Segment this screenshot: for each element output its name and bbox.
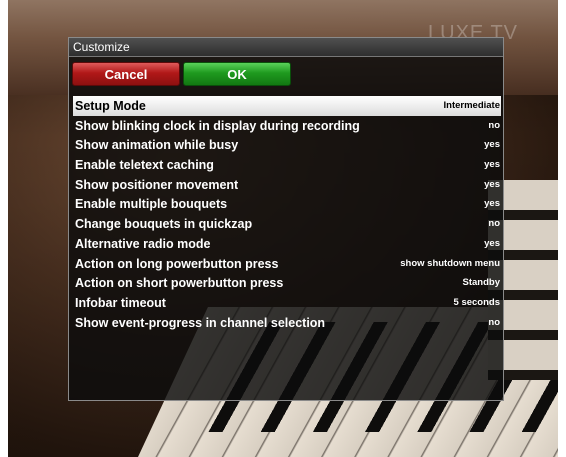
setting-value: no bbox=[488, 119, 500, 131]
setting-row-event-progress[interactable]: Show event-progress in channel selection… bbox=[73, 313, 501, 333]
setting-label: Infobar timeout bbox=[75, 295, 166, 310]
setting-label: Show event-progress in channel selection bbox=[75, 315, 326, 330]
settings-list: Setup Mode Intermediate Show blinking cl… bbox=[73, 96, 501, 332]
setting-row-infobar-timeout[interactable]: Infobar timeout 5 seconds bbox=[73, 293, 501, 313]
setting-row-radio-mode[interactable]: Alternative radio mode yes bbox=[73, 234, 501, 254]
setting-label: Show animation while busy bbox=[75, 138, 239, 153]
setting-row-positioner-movement[interactable]: Show positioner movement yes bbox=[73, 175, 501, 195]
cancel-button[interactable]: Cancel bbox=[72, 62, 180, 86]
ok-button[interactable]: OK bbox=[183, 62, 291, 86]
setting-label: Show positioner movement bbox=[75, 177, 239, 192]
setting-value: yes bbox=[484, 237, 500, 249]
setting-value: Intermediate bbox=[443, 100, 501, 111]
setting-label: Change bouquets in quickzap bbox=[75, 217, 253, 232]
setting-row-teletext-caching[interactable]: Enable teletext caching yes bbox=[73, 155, 501, 175]
setting-row-setup-mode[interactable]: Setup Mode Intermediate bbox=[73, 96, 501, 116]
setting-label: Enable multiple bouquets bbox=[75, 197, 228, 212]
setting-row-short-powerbutton[interactable]: Action on short powerbutton press Standb… bbox=[73, 273, 501, 293]
dialog-title-bar: Customize bbox=[69, 38, 503, 57]
setting-label: Action on long powerbutton press bbox=[75, 256, 279, 271]
setting-value: 5 seconds bbox=[453, 296, 500, 308]
setting-label: Action on short powerbutton press bbox=[75, 276, 284, 291]
setting-row-multiple-bouquets[interactable]: Enable multiple bouquets yes bbox=[73, 194, 501, 214]
setting-value: yes bbox=[484, 159, 500, 171]
setting-row-long-powerbutton[interactable]: Action on long powerbutton press show sh… bbox=[73, 254, 501, 274]
setting-row-bouquets-quickzap[interactable]: Change bouquets in quickzap no bbox=[73, 214, 501, 234]
setting-label: Enable teletext caching bbox=[75, 158, 214, 173]
setting-value: Standby bbox=[462, 277, 500, 289]
setting-value: no bbox=[488, 218, 500, 230]
setting-value: yes bbox=[484, 139, 500, 151]
setting-value: yes bbox=[484, 178, 500, 190]
setting-row-animation-busy[interactable]: Show animation while busy yes bbox=[73, 135, 501, 155]
setting-label: Alternative radio mode bbox=[75, 236, 211, 251]
setting-row-blinking-clock[interactable]: Show blinking clock in display during re… bbox=[73, 116, 501, 136]
dialog-title: Customize bbox=[73, 40, 130, 54]
customize-dialog: Customize Cancel OK Setup Mode Intermedi… bbox=[68, 37, 504, 401]
setting-value: yes bbox=[484, 198, 500, 210]
setting-label: Setup Mode bbox=[75, 99, 146, 113]
setting-value: no bbox=[488, 316, 500, 328]
setting-value: show shutdown menu bbox=[400, 257, 500, 269]
setting-label: Show blinking clock in display during re… bbox=[75, 118, 360, 133]
